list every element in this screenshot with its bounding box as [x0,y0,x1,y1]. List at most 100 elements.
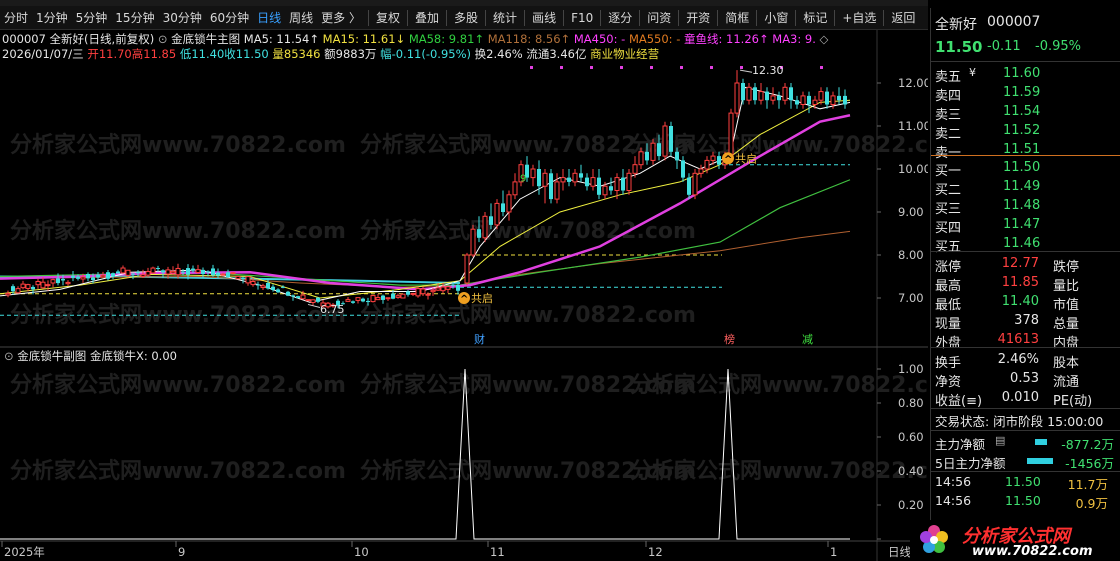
toolbar-item-5[interactable]: 60分钟 [206,6,253,30]
candle-body-up [830,95,836,106]
kline-chart[interactable]: 分析家公式网www.70822.com 分析家公式网www.70822.com 分析… [0,30,928,561]
period-label: 日线 [888,545,911,559]
signal-label: 共启 [735,152,757,165]
candle-body-down [567,177,571,182]
candle-body-down [181,271,185,273]
toolbar-item-16[interactable]: 问资 [643,6,675,30]
candle-body-down [657,143,661,157]
sub-chart-title[interactable]: 金底锁牛副图 [17,349,86,363]
signal-dot [710,66,713,69]
sub-y-tick-label: 0.80 [898,396,924,410]
stat2-row: 收益(≡) 0.010 PE(动) [931,388,1117,409]
candle-body-down [256,284,260,286]
toolbar-item-13[interactable]: 画线 [528,6,560,30]
panel-divider [931,251,1120,252]
candle-body-down [276,289,280,293]
candle-body-down [11,286,15,292]
candle-body-up [464,254,470,284]
trade-status: 交易状态: 闭市阶段 15:00:00 [935,414,1104,429]
candle-body-down [609,186,613,191]
candle-body-up [440,286,446,292]
toolbar-item-1[interactable]: 1分钟 [32,6,72,30]
stat-label: 外盘 [935,336,962,351]
watermark-text: 分析家公式网www.70822.com [10,218,346,244]
candle-body-up [170,270,176,274]
candle-body-down [477,229,481,238]
candle-body-down [837,95,841,101]
candle-body-up [572,172,578,183]
candle-body-up [704,159,710,170]
toolbar-item-9[interactable]: 复权 [372,6,404,30]
signal-dot [740,66,743,69]
toolbar-divider [600,9,602,26]
toolbar-item-19[interactable]: 小窗 [760,6,792,30]
candle-body-down [717,156,721,165]
candle-body-up [445,286,451,290]
ask-price: 11.54 [1003,104,1041,119]
toolbar-item-4[interactable]: 30分钟 [159,6,206,30]
candle-body-down [226,272,230,278]
toolbar-item-14[interactable]: F10 [567,6,597,30]
candle-body-up [470,228,476,256]
candle-body-up [425,293,431,296]
candle-body-up [235,275,241,280]
toolbar-item-0[interactable]: 分时 [0,6,32,30]
ask-price: 11.60 [1003,66,1041,81]
y-tick-label: 12.00 [898,76,928,90]
ask-row: 卖四 11.59 [931,83,1117,104]
candle-body-down [271,286,275,290]
x-tick-label: 10 [354,545,369,559]
toolbar-item-10[interactable]: 叠加 [411,6,443,30]
candle-body-up [50,279,56,284]
candle-body-down [456,285,460,291]
watermark-text: 分析家公式网www.70822.com [360,302,696,328]
signal-badge-glyph: ^ [724,154,732,165]
toolbar-item-15[interactable]: 逐分 [604,6,636,30]
toolbar-item-22[interactable]: 返回 [887,6,919,30]
stat-value: 11.40 [1001,294,1039,309]
toolbar-divider [639,9,641,26]
candle-body-down [807,95,811,105]
toolbar-item-20[interactable]: 标记 [799,6,831,30]
signal-dot [620,66,623,69]
candle-body-down [241,278,245,280]
candle-body-up [692,172,698,196]
event-label[interactable]: 减 [802,333,813,346]
candle-body-up [300,294,306,300]
y-tick-label: 11.00 [898,119,928,133]
toolbar-item-8[interactable]: 更多 〉 [317,6,365,30]
candle-body-down [765,91,769,101]
event-label[interactable]: 财 [474,332,485,346]
tick-time: 14:56 [935,493,972,508]
candle-body-down [291,295,295,297]
candle-body-down [76,276,80,279]
signal-dot [560,66,563,69]
bid-price: 11.47 [1003,217,1041,232]
toolbar-item-3[interactable]: 15分钟 [111,6,158,30]
candle-body-up [45,284,51,287]
toolbar-item-7[interactable]: 周线 [285,6,317,30]
toolbar-item-12[interactable]: 统计 [489,6,521,30]
flow-list-icon[interactable]: ▤ [995,434,1005,447]
candle-body-up [554,181,560,200]
candle-body-up [734,82,740,114]
toolbar-item-6[interactable]: 日线 [253,6,285,30]
toolbar-divider [717,9,719,26]
toolbar-item-18[interactable]: 简框 [721,6,753,30]
toolbar-item-2[interactable]: 5分钟 [72,6,112,30]
candle-body-down [669,126,673,152]
toolbar-item-17[interactable]: 开资 [682,6,714,30]
candle-body-up [698,168,704,174]
ask-row: 卖二 11.52 [931,121,1117,142]
flow-value: -877.2万 [1061,437,1114,452]
candle-body-up [650,142,656,161]
toolbar-divider [756,9,758,26]
event-label[interactable]: 榜 [724,332,735,346]
toolbar-item-21[interactable]: +自选 [838,6,880,30]
toolbar-item-11[interactable]: 多股 [450,6,482,30]
candle-body-up [560,177,566,183]
candle-body-down [579,173,583,178]
sub-dropdown-icon[interactable]: ⊙ [4,349,14,363]
candle-body-up [420,288,426,295]
ask-row: 卖三 11.54 [931,102,1117,123]
